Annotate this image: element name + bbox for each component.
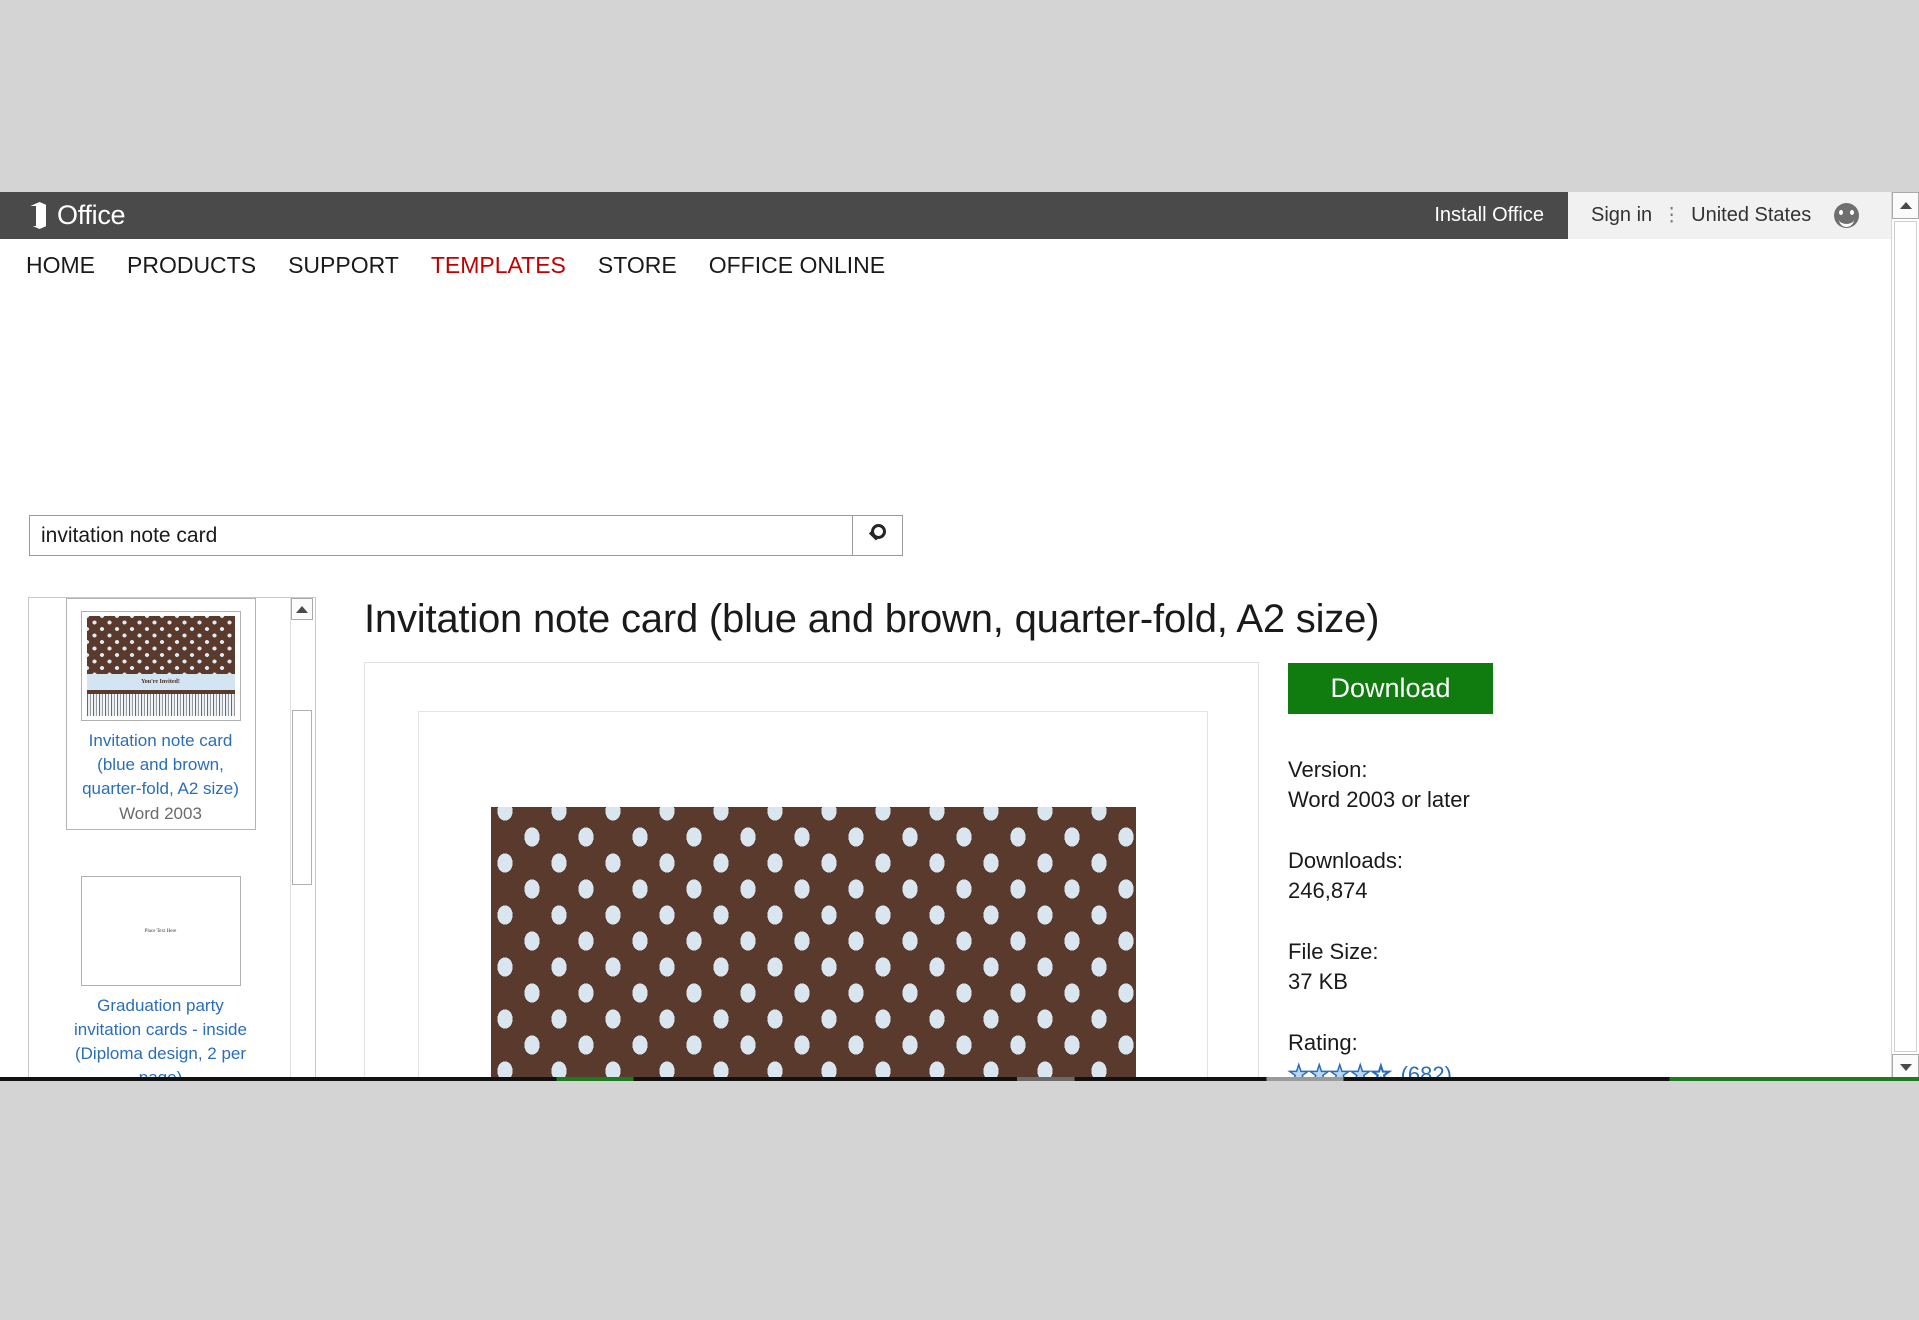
search-input[interactable] — [30, 516, 852, 555]
template-results-panel: You're Invited! Invitation note card (bl… — [28, 597, 316, 1081]
page-scroll-up-arrow-icon[interactable] — [1892, 192, 1919, 219]
search-icon — [866, 524, 890, 548]
template-list-scrollbar[interactable] — [290, 598, 315, 1081]
blank-card-thumbnail-art: Place Text Here — [87, 881, 235, 981]
file-size-value: 37 KB — [1288, 967, 1708, 997]
search-box — [29, 515, 853, 556]
nav-item-store[interactable]: STORE — [598, 252, 677, 279]
downloads-label: Downloads: — [1288, 846, 1708, 876]
office-logo-text: Office — [57, 200, 125, 231]
list-spacer-1 — [29, 830, 292, 864]
main-navigation: HOME PRODUCTS SUPPORT TEMPLATES STORE OF… — [0, 239, 1919, 291]
version-value: Word 2003 or later — [1288, 785, 1708, 815]
search-row — [29, 515, 903, 556]
thumbnail-band-text: You're Invited! — [87, 674, 235, 690]
office-logo[interactable]: Office — [26, 200, 125, 231]
template-title-2[interactable]: Graduation party invitation cards - insi… — [66, 994, 256, 1081]
template-list-item-2[interactable]: Place Text Here Graduation party invitat… — [66, 876, 256, 1081]
account-strip: Sign in ⋮ United States — [1568, 192, 1919, 240]
version-label: Version: — [1288, 755, 1708, 785]
page-title: Invitation note card (blue and brown, qu… — [364, 597, 1379, 642]
country-selector-link[interactable]: United States — [1691, 204, 1811, 227]
nav-item-support[interactable]: SUPPORT — [288, 252, 399, 279]
scrollbar-thumb[interactable] — [292, 710, 312, 885]
page-scrollbar-track[interactable] — [1894, 221, 1917, 1052]
polka-card-thumbnail-art: You're Invited! — [87, 616, 235, 716]
nav-item-office-online[interactable]: OFFICE ONLINE — [709, 252, 885, 279]
vertical-dots-separator-icon: ⋮ — [1662, 206, 1681, 225]
office-top-bar: Office Install Office — [0, 192, 1568, 239]
smiley-face-icon[interactable] — [1834, 203, 1859, 228]
template-thumbnail-2: Place Text Here — [81, 876, 241, 986]
sign-in-link[interactable]: Sign in — [1591, 204, 1652, 227]
metadata-version: Version: Word 2003 or later — [1288, 755, 1708, 815]
file-size-label: File Size: — [1288, 937, 1708, 967]
thumbnail-placeholder-text: Place Text Here — [145, 929, 177, 934]
nav-item-templates[interactable]: TEMPLATES — [431, 252, 566, 279]
downloads-value: 246,874 — [1288, 876, 1708, 906]
metadata-downloads: Downloads: 246,874 — [1288, 846, 1708, 906]
invitation-card-artwork: You're Invited! — [491, 807, 1136, 1081]
template-title-1[interactable]: Invitation note card (blue and brown, qu… — [67, 729, 255, 801]
template-results-scroll-area: You're Invited! Invitation note card (bl… — [29, 598, 292, 1081]
metadata-rating: Rating: ★ ★ ★ ★ ☆ (682) — [1288, 1028, 1708, 1081]
page-scrollbar[interactable] — [1891, 192, 1919, 1081]
template-list-item-1[interactable]: You're Invited! Invitation note card (bl… — [66, 598, 256, 830]
metadata-file-size: File Size: 37 KB — [1288, 937, 1708, 997]
browser-viewport: Office Install Office Sign in ⋮ United S… — [0, 192, 1919, 1081]
template-preview-page: You're Invited! — [418, 711, 1208, 1081]
nav-item-home[interactable]: HOME — [26, 252, 95, 279]
install-office-button[interactable]: Install Office — [1410, 192, 1568, 239]
scroll-up-arrow-icon[interactable] — [291, 598, 313, 620]
rating-label: Rating: — [1288, 1028, 1708, 1058]
template-version-1: Word 2003 — [67, 801, 255, 827]
download-button[interactable]: Download — [1288, 663, 1493, 714]
template-metadata: Version: Word 2003 or later Downloads: 2… — [1288, 755, 1708, 1081]
nav-item-products[interactable]: PRODUCTS — [127, 252, 256, 279]
office-document-icon — [26, 202, 48, 229]
search-button[interactable] — [853, 515, 903, 556]
template-thumbnail-1: You're Invited! — [81, 611, 241, 721]
page-bottom-edge — [0, 1077, 1919, 1081]
template-preview-container: You're Invited! — [364, 662, 1259, 1081]
polka-dot-panel — [491, 807, 1136, 1081]
